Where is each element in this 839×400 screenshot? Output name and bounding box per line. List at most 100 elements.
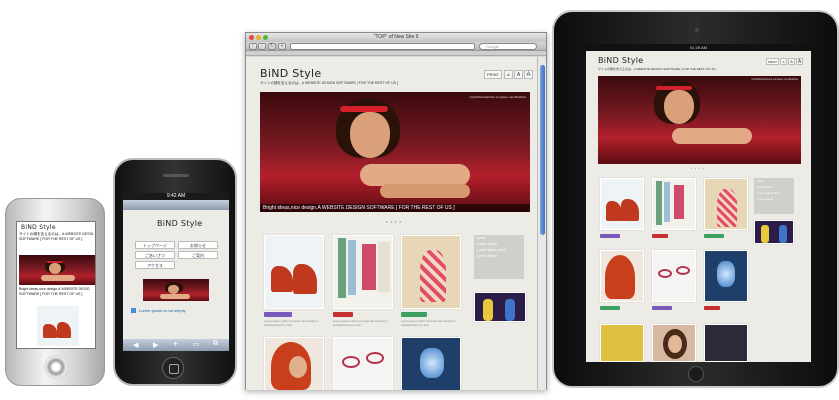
site-logo[interactable]: BiND Style [157,219,203,228]
gallery-thumb-portrait[interactable] [652,324,696,362]
status-bar: 9:42 AM [123,193,229,200]
side-navigation: home Lorem ipsum Lorem ipsum dolor Lorem… [754,178,794,214]
small-phone-device: BiND Style サイトの顔を支えるのは、A WEBSITE DESIG S… [5,198,105,386]
window-titlebar: "TOP" of New Site 9 [246,33,546,42]
scrollbar-thumb[interactable] [540,65,545,235]
tag-badge[interactable] [704,306,720,310]
thumb-caption: Lorem ipsum dolor sit amet the industry'… [401,319,456,327]
side-banner-image[interactable] [754,220,794,244]
tag-badge[interactable] [401,312,427,317]
small-phone-screen[interactable]: BiND Style サイトの顔を支えるのは、A WEBSITE DESIG S… [16,221,96,349]
tag-badge[interactable] [264,312,292,317]
device-showcase: BiND Style サイトの顔を支えるのは、A WEBSITE DESIG S… [0,0,839,400]
add-bookmark-button[interactable]: + [278,43,286,50]
gallery-thumb-yellow[interactable] [600,324,644,362]
gallery-thumb-bottle[interactable] [704,250,748,302]
ipad-device: 01:28 AM BiND Style サイトの顔を支えるのは、A WEBSIT… [552,10,839,388]
slide-dots[interactable]: • • • • [691,166,705,170]
gallery-thumb-sunglasses[interactable] [333,337,393,390]
browser-viewport: BiND Style サイトの顔を支えるのは、A WEBSITE DESIGN … [246,57,538,390]
home-button[interactable] [688,366,704,382]
hero-image: (c)2010istockphoto.com/jane merrifieldch… [260,92,530,212]
site-logo[interactable]: BiND Style [598,56,644,65]
add-icon[interactable]: + [173,339,178,349]
gallery-thumb-redhair[interactable] [264,337,324,390]
safari-toolbar: ◀ ▶ + ▭ ⧉ [123,339,229,351]
site-tagline: サイトの顔を支えるのは、A WEBSITE DESIGN SOFTWARE [ … [598,67,717,71]
photo-credit: (c)2010istockphoto.com/jane merrifieldch… [469,95,526,99]
iphone-screen: 9:42 AM BiND Style トップページ お知らせ ごあいさつ ご案内… [123,193,229,351]
font-small-button[interactable]: A [780,58,787,65]
tagline-line-2: SOFTWARE [ FOR THE REST OF US ] [19,237,83,241]
tag-badge[interactable] [600,234,620,238]
font-medium-button[interactable]: A [788,58,795,65]
minimize-icon[interactable] [256,35,261,40]
menu-item-guide[interactable]: ご案内 [178,251,218,259]
font-small-button[interactable]: A [504,70,513,79]
hero-caption: Bright ideas,nice design.A WEBSITE DESIG… [260,204,530,212]
shoe-thumbnail[interactable] [37,306,79,346]
bullet-icon [131,308,136,313]
zoom-icon[interactable] [263,35,268,40]
gallery-thumb-shoes[interactable] [264,235,324,309]
back-button[interactable]: ‹ [249,43,257,50]
hero-image: (c)2010istockphoto.com/jane merrifieldch… [598,76,801,164]
forward-button[interactable]: › [258,43,266,50]
site-logo[interactable]: BiND Style [260,67,321,80]
tag-badge[interactable] [652,306,672,310]
reload-button[interactable]: ↻ [268,43,276,50]
menu-item-access[interactable]: アクセス [135,261,175,269]
tag-badge[interactable] [704,234,724,238]
side-banner-image[interactable] [474,292,526,322]
tag-badge[interactable] [600,306,620,310]
menu-item-top[interactable]: トップページ [135,241,175,249]
site-tagline: サイトの顔を支えるのは、A WEBSITE DESIGN SOFTWARE [ … [260,81,398,85]
forward-arrow-icon[interactable]: ▶ [153,341,158,349]
desktop-browser-window: "TOP" of New Site 9 ‹ › ↻ + Google BiND … [245,32,547,390]
tag-badge[interactable] [333,312,353,317]
slide-dots[interactable]: • • • • [386,219,402,224]
menu-item-news[interactable]: お知らせ [178,241,218,249]
font-large-button[interactable]: A [796,58,803,65]
hero-image [19,255,95,285]
font-medium-button[interactable]: A [514,70,523,79]
print-button[interactable]: PRINT [484,70,502,79]
search-field[interactable]: Google [479,43,537,50]
gallery-thumb-sunglasses[interactable] [652,250,696,302]
caption-line-2: SOFTWARE [ FOR THE REST OF US ] [19,292,83,296]
gallery-thumb-clothes[interactable] [333,235,393,309]
gallery-thumb-dress[interactable] [401,235,461,309]
safari-address-bar[interactable] [123,200,229,210]
gallery-thumb-bottle[interactable] [401,337,461,390]
home-button[interactable] [162,357,184,379]
pages-icon[interactable]: ⧉ [213,340,218,348]
speaker-grille [163,174,189,177]
gallery-thumb-dark[interactable] [704,324,748,362]
browser-toolbar: ‹ › ↻ + Google [246,42,546,51]
ipad-screen: 01:28 AM BiND Style サイトの顔を支えるのは、A WEBSIT… [586,44,811,362]
vertical-scrollbar[interactable] [537,57,546,390]
front-camera [695,28,699,32]
thumb-caption: Lorem ipsum dolor sit amet the industry'… [264,319,319,327]
address-bar[interactable] [290,43,475,50]
gallery-thumb-clothes[interactable] [652,178,696,230]
gallery-thumb-redhair[interactable] [600,250,644,302]
hero-image [143,279,209,301]
gallery-thumb-shoes[interactable] [600,178,644,230]
sidenav-item-3[interactable]: Lorem ipsum [754,196,794,202]
caption-line-1: Bright ideas,nice design.A WEBSITE DESIG [19,287,90,291]
menu-item-greeting[interactable]: ごあいさつ [135,251,175,259]
print-button[interactable]: PRINT [766,58,779,65]
sidenav-item-3[interactable]: Lorem ipsum [474,253,524,259]
gallery-thumb-dress[interactable] [704,178,748,230]
font-large-button[interactable]: A [524,70,533,79]
bookmarks-icon[interactable]: ▭ [193,340,200,348]
site-logo[interactable]: BiND Style [21,224,56,231]
close-icon[interactable] [249,35,254,40]
tag-badge[interactable] [652,234,668,238]
notice-link[interactable]: Lorem Ipsum is not simply [139,308,185,313]
status-bar: 01:28 AM [586,44,811,51]
home-button[interactable] [44,355,68,379]
window-title: "TOP" of New Site 9 [373,34,419,40]
back-arrow-icon[interactable]: ◀ [133,341,138,349]
